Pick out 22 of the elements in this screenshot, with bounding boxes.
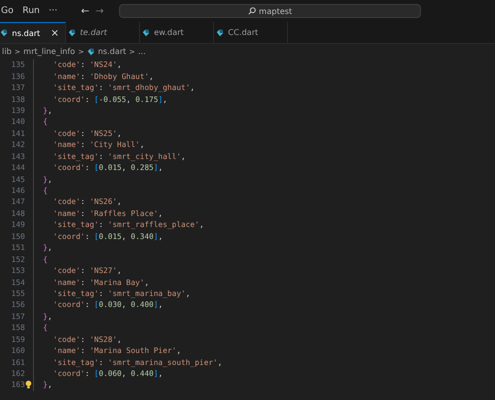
menu-item[interactable]: Go [1, 6, 14, 16]
close-button[interactable]: × [50, 28, 59, 38]
back-button[interactable]: ← [81, 6, 90, 16]
breadcrumb-item[interactable]: lib [2, 47, 12, 56]
dart-file-icon [142, 28, 150, 36]
dart-file-icon [216, 28, 224, 36]
breadcrumb-item[interactable]: ... [138, 47, 146, 56]
lightbulb-icon[interactable] [25, 380, 32, 390]
editor-tab[interactable]: ns.dart × [0, 22, 66, 43]
dart-file-icon [0, 29, 8, 37]
menu-item[interactable]: Run [22, 6, 40, 16]
search-icon [248, 7, 256, 15]
breadcrumb-item[interactable]: mrt_line_info [23, 47, 76, 56]
editor-tab[interactable]: te.dart [66, 22, 140, 43]
dart-file-icon [68, 28, 76, 36]
forward-button[interactable]: → [95, 6, 104, 16]
search-field[interactable]: maptest [119, 4, 421, 18]
dart-file-icon [86, 48, 95, 56]
editor-tab[interactable]: ew.dart [140, 22, 214, 43]
menu-item[interactable]: ··· [48, 6, 58, 16]
editor-tab[interactable]: CC.dart [214, 22, 288, 43]
breadcrumb-item[interactable]: ns.dart [86, 47, 126, 56]
